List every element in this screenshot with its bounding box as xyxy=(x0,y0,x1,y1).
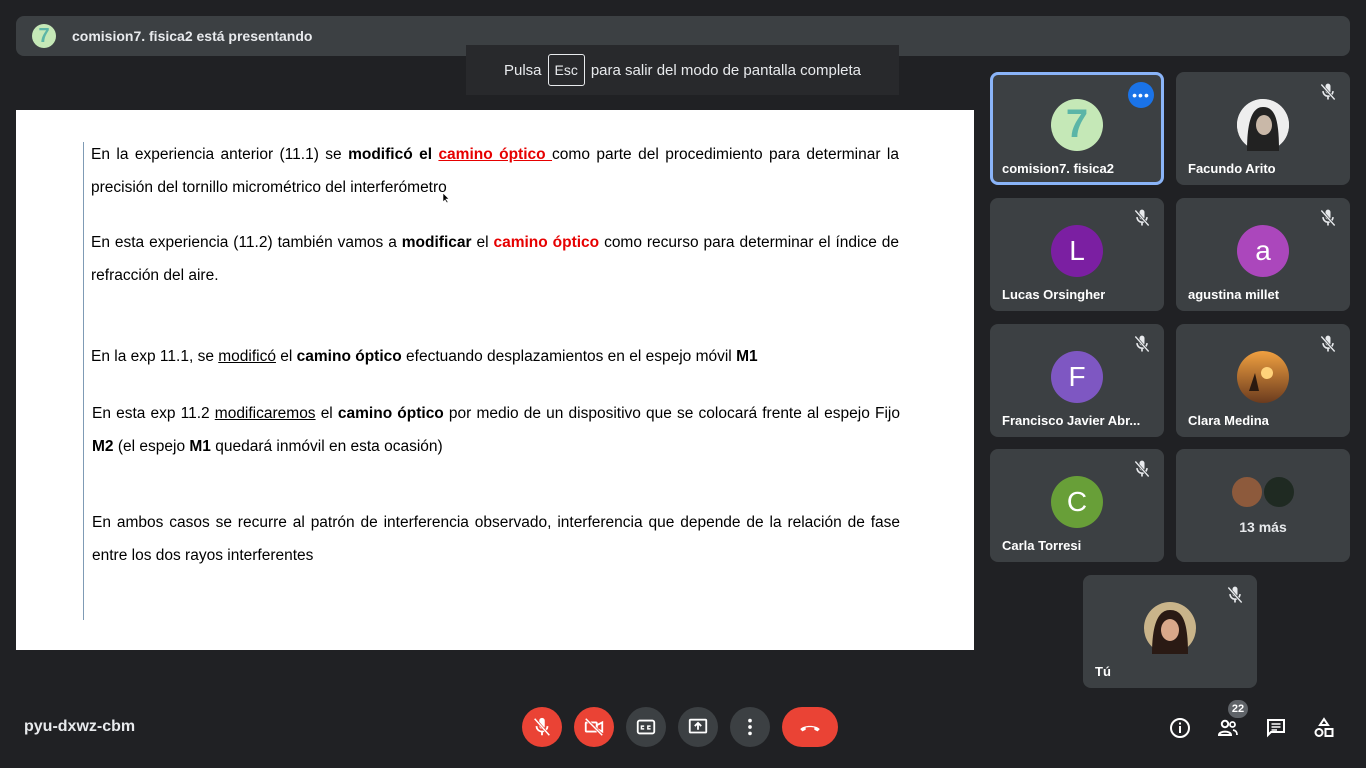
participant-tile-francisco[interactable]: F Francisco Javier Abr... xyxy=(990,324,1164,437)
people-count-badge: 22 xyxy=(1228,700,1248,718)
present-screen-icon xyxy=(688,718,708,734)
mic-off-icon xyxy=(1134,209,1150,227)
participant-name: Facundo Arito xyxy=(1188,161,1276,176)
participant-tile-more[interactable]: 13 más xyxy=(1176,449,1350,562)
mic-off-icon xyxy=(1320,209,1336,227)
participant-name: Tú xyxy=(1095,664,1111,679)
toast-text-before: Pulsa xyxy=(503,61,542,79)
participant-avatar: a xyxy=(1237,224,1289,277)
participant-tile-facundo[interactable]: Facundo Arito xyxy=(1176,72,1350,185)
participant-avatar: 7 xyxy=(1051,98,1103,151)
present-screen-button[interactable] xyxy=(678,707,718,747)
slide-paragraph-4: En esta exp 11.2 modificaremos el camino… xyxy=(92,405,900,455)
participant-name: Carla Torresi xyxy=(1002,538,1082,553)
toggle-mic-button[interactable] xyxy=(522,707,562,747)
activities-icon xyxy=(1314,717,1334,737)
participant-tile-carla[interactable]: C Carla Torresi xyxy=(990,449,1164,562)
participant-tile-agustina[interactable]: a agustina millet xyxy=(1176,198,1350,311)
mic-off-icon xyxy=(533,717,551,737)
presenter-avatar: 7 xyxy=(32,24,56,48)
leave-call-button[interactable] xyxy=(782,707,838,747)
chat-icon xyxy=(1267,719,1285,738)
camera-off-icon xyxy=(584,717,604,737)
participant-name: Francisco Javier Abr... xyxy=(1002,413,1141,428)
more-options-icon[interactable]: ••• xyxy=(1128,82,1154,108)
more-options-button[interactable] xyxy=(730,707,770,747)
mic-off-icon xyxy=(1134,460,1150,478)
participant-avatar: C xyxy=(1051,475,1103,528)
fullscreen-exit-toast: Pulsa Esc para salir del modo de pantall… xyxy=(466,45,899,95)
stacked-avatar xyxy=(1230,475,1264,509)
mic-off-icon xyxy=(1320,83,1336,101)
participant-name: Lucas Orsingher xyxy=(1002,287,1106,302)
chat-button[interactable] xyxy=(1264,716,1288,740)
mic-off-icon xyxy=(1134,335,1150,353)
shared-presentation-slide: En la experiencia anterior (11.1) se mod… xyxy=(16,110,974,650)
slide-paragraph-2: En esta experiencia (11.2) también vamos… xyxy=(91,234,899,284)
participant-photo xyxy=(1144,601,1196,654)
hang-up-icon xyxy=(800,725,820,732)
captions-button[interactable] xyxy=(626,707,666,747)
participant-tile-clara[interactable]: Clara Medina xyxy=(1176,324,1350,437)
activities-button[interactable] xyxy=(1312,716,1336,740)
stacked-avatar xyxy=(1262,475,1296,509)
toggle-camera-button[interactable] xyxy=(574,707,614,747)
more-vert-icon xyxy=(748,718,752,736)
mic-off-icon xyxy=(1320,335,1336,353)
participant-avatar: L xyxy=(1051,224,1103,277)
participant-tile-self[interactable]: Tú xyxy=(1083,575,1257,688)
more-participants-count: 13 más xyxy=(1239,519,1287,535)
slide-paragraph-3: En la exp 11.1, se modificó el camino óp… xyxy=(91,348,758,365)
captions-icon xyxy=(636,719,656,735)
slide-paragraph-5: En ambos casos se recurre al patrón de i… xyxy=(92,514,900,564)
participant-avatar: F xyxy=(1051,350,1103,403)
participant-photo xyxy=(1237,350,1289,403)
participant-photo xyxy=(1237,98,1289,151)
people-button[interactable] xyxy=(1216,716,1240,740)
meeting-code: pyu-dxwz-cbm xyxy=(24,718,136,735)
slide-paragraph-1: En la experiencia anterior (11.1) se mod… xyxy=(91,146,899,196)
meeting-details-button[interactable] xyxy=(1168,716,1192,740)
participant-name: comision7. fisica2 xyxy=(1002,161,1114,176)
esc-key: Esc xyxy=(547,54,585,86)
people-icon xyxy=(1217,719,1238,736)
info-icon xyxy=(1170,718,1190,738)
toast-text-after: para salir del modo de pantalla completa xyxy=(590,61,862,79)
participant-name: Clara Medina xyxy=(1188,413,1269,428)
slide-left-rule xyxy=(83,142,84,620)
participant-name: agustina millet xyxy=(1188,287,1280,302)
mic-off-icon xyxy=(1227,586,1243,604)
presenting-text: comision7. fisica2 está presentando xyxy=(72,28,313,44)
mouse-cursor-icon xyxy=(442,192,450,204)
participant-tile-lucas[interactable]: L Lucas Orsingher xyxy=(990,198,1164,311)
participant-tile-presenter[interactable]: 7 ••• comision7. fisica2 xyxy=(990,72,1164,185)
